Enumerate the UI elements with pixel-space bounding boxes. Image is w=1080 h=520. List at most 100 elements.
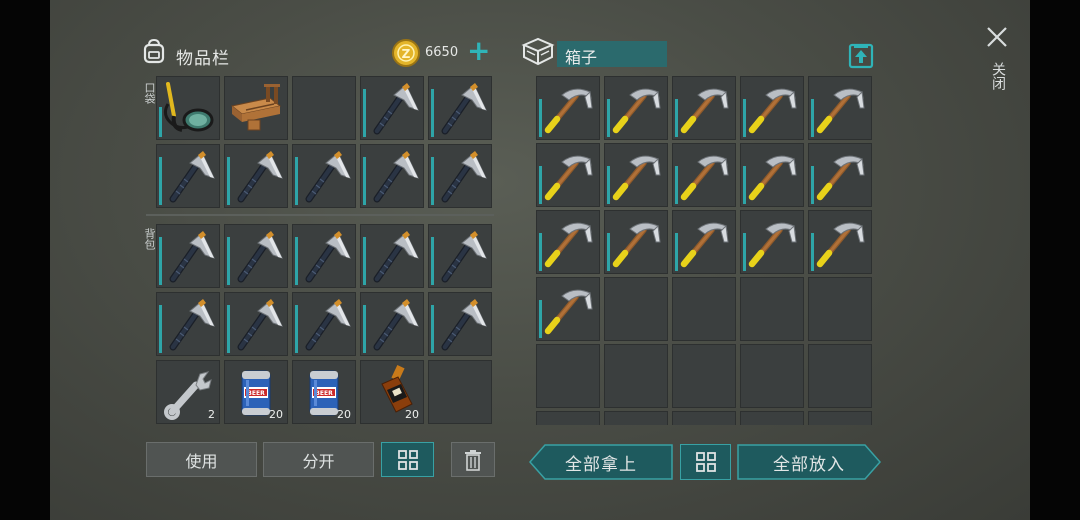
take-all-button[interactable]: 全部拿上 <box>529 444 673 480</box>
slot-pickaxe[interactable] <box>740 76 804 140</box>
empty-slot[interactable] <box>740 411 804 425</box>
durability-bar <box>295 157 298 205</box>
slot-steel-axe[interactable] <box>292 292 356 356</box>
slot-beer-can[interactable]: BEER 20 <box>292 360 356 424</box>
empty-slot[interactable] <box>604 344 668 408</box>
coin-count: 6650 <box>425 45 459 60</box>
durability-bar <box>227 157 230 205</box>
slot-steel-axe[interactable] <box>428 144 492 208</box>
slot-pickaxe[interactable] <box>808 76 872 140</box>
inventory-screen: 物品栏 Z 6650 + 口袋 背包 2 BEER 20 BEER 20 20 使用 分开… <box>50 0 1030 520</box>
close-button[interactable] <box>984 24 1010 50</box>
slot-steel-axe[interactable] <box>428 76 492 140</box>
split-button[interactable]: 分开 <box>263 442 374 477</box>
slot-steel-axe[interactable] <box>428 224 492 288</box>
durability-bar <box>607 166 610 204</box>
slot-pickaxe[interactable] <box>808 210 872 274</box>
slot-steel-axe[interactable] <box>360 292 424 356</box>
slot-pickaxe[interactable] <box>604 210 668 274</box>
durability-bar <box>431 89 434 137</box>
slot-steel-axe[interactable] <box>360 144 424 208</box>
empty-slot[interactable] <box>672 411 736 425</box>
empty-slot[interactable] <box>292 76 356 140</box>
slot-workbench[interactable] <box>224 76 288 140</box>
slot-pickaxe[interactable] <box>536 143 600 207</box>
slot-steel-axe[interactable] <box>428 292 492 356</box>
trash-icon <box>465 449 481 471</box>
slot-pickaxe[interactable] <box>672 76 736 140</box>
durability-bar <box>431 157 434 205</box>
durability-bar <box>159 237 162 285</box>
slot-steel-axe[interactable] <box>224 292 288 356</box>
slot-steel-axe[interactable] <box>224 144 288 208</box>
durability-bar <box>539 300 542 338</box>
slot-steel-axe[interactable] <box>224 224 288 288</box>
empty-slot[interactable] <box>740 344 804 408</box>
slot-wrench[interactable]: 2 <box>156 360 220 424</box>
close-label: 关闭 <box>990 62 1006 90</box>
slot-pickaxe[interactable] <box>536 210 600 274</box>
empty-slot[interactable] <box>428 360 492 424</box>
add-coins-button[interactable]: + <box>467 36 491 66</box>
put-all-button[interactable]: 全部放入 <box>737 444 881 480</box>
grid-icon <box>695 452 716 472</box>
empty-slot[interactable] <box>672 277 736 341</box>
slot-beer-can[interactable]: BEER 20 <box>224 360 288 424</box>
durability-bar <box>159 305 162 353</box>
durability-bar <box>539 166 542 204</box>
sort-box-button[interactable] <box>680 444 731 480</box>
box-grid-viewport[interactable] <box>534 74 878 425</box>
slot-pickaxe[interactable] <box>672 210 736 274</box>
sort-inventory-button[interactable] <box>381 442 434 477</box>
slot-pickaxe[interactable] <box>604 76 668 140</box>
use-button[interactable]: 使用 <box>146 442 257 477</box>
empty-slot[interactable] <box>604 277 668 341</box>
durability-bar <box>363 305 366 353</box>
durability-bar <box>295 237 298 285</box>
durability-bar <box>743 166 746 204</box>
backpack-label: 背包 <box>143 228 156 250</box>
box-name-field[interactable]: 箱子 <box>557 41 667 67</box>
slot-steel-axe[interactable] <box>360 76 424 140</box>
inventory-title: 物品栏 <box>176 49 230 69</box>
transfer-up-button[interactable] <box>848 41 874 69</box>
slot-steel-axe[interactable] <box>292 144 356 208</box>
slot-steel-axe[interactable] <box>156 292 220 356</box>
durability-bar <box>607 99 610 137</box>
durability-bar <box>295 305 298 353</box>
coin-icon: Z <box>391 38 421 68</box>
empty-slot[interactable] <box>808 344 872 408</box>
empty-slot[interactable] <box>808 277 872 341</box>
slot-pickaxe[interactable] <box>740 210 804 274</box>
empty-slot[interactable] <box>740 277 804 341</box>
durability-bar <box>743 99 746 137</box>
item-quantity: 20 <box>405 408 419 421</box>
durability-bar <box>811 166 814 204</box>
trash-button[interactable] <box>451 442 495 477</box>
slot-whiskey-bottle[interactable]: 20 <box>360 360 424 424</box>
slot-pickaxe[interactable] <box>672 143 736 207</box>
slot-steel-axe[interactable] <box>156 224 220 288</box>
durability-bar <box>363 89 366 137</box>
slot-steel-axe[interactable] <box>360 224 424 288</box>
close-icon <box>987 27 1007 47</box>
item-quantity: 2 <box>208 408 215 421</box>
section-divider <box>146 214 494 216</box>
durability-bar <box>675 166 678 204</box>
empty-slot[interactable] <box>536 411 600 425</box>
empty-slot[interactable] <box>672 344 736 408</box>
durability-bar <box>431 237 434 285</box>
slot-pickaxe[interactable] <box>604 143 668 207</box>
slot-pickaxe[interactable] <box>808 143 872 207</box>
slot-pickaxe[interactable] <box>536 76 600 140</box>
empty-slot[interactable] <box>536 344 600 408</box>
backpack-icon <box>140 37 168 65</box>
empty-slot[interactable] <box>604 411 668 425</box>
slot-pickaxe[interactable] <box>740 143 804 207</box>
slot-steel-axe[interactable] <box>292 224 356 288</box>
take-all-label: 全部拿上 <box>565 454 637 475</box>
empty-slot[interactable] <box>808 411 872 425</box>
slot-scuba-mask[interactable] <box>156 76 220 140</box>
slot-pickaxe[interactable] <box>536 277 600 341</box>
slot-steel-axe[interactable] <box>156 144 220 208</box>
